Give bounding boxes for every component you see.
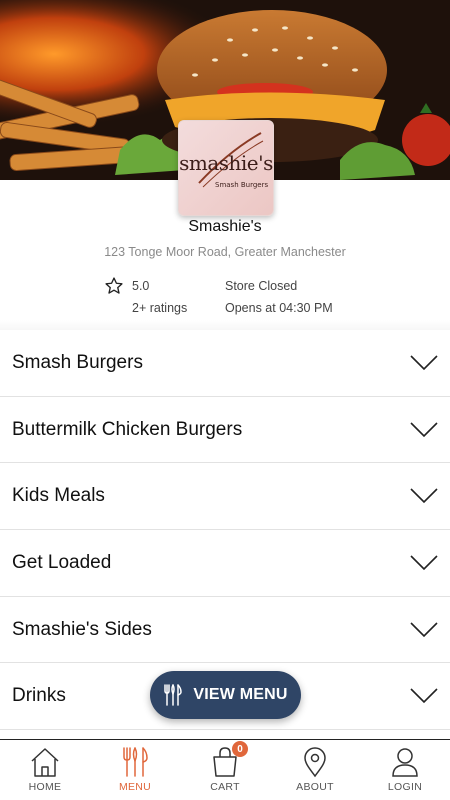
- nav-cart-label: CART: [210, 781, 240, 793]
- logo-text: smashie's: [179, 151, 273, 175]
- store-status: Store Closed: [225, 279, 298, 293]
- category-buttermilk-chicken-burgers[interactable]: Buttermilk Chicken Burgers: [0, 396, 450, 464]
- cutlery-icon: [123, 747, 148, 777]
- store-logo: smashie's Smash Burgers: [178, 120, 274, 216]
- rating-value: 5.0: [132, 279, 150, 293]
- category-smashies-sides[interactable]: Smashie's Sides: [0, 596, 450, 664]
- nav-login[interactable]: LOGIN: [360, 740, 450, 800]
- category-kids-meals[interactable]: Kids Meals: [0, 463, 450, 531]
- nav-about-label: ABOUT: [296, 781, 334, 793]
- nav-home[interactable]: HOME: [0, 740, 90, 800]
- nav-menu-label: MENU: [118, 781, 152, 793]
- category-smash-burgers[interactable]: Smash Burgers: [0, 330, 450, 397]
- category-label: Smashie's Sides: [12, 618, 152, 640]
- nav-cart[interactable]: 0 CART: [180, 740, 270, 800]
- chevron-down-icon: [410, 688, 438, 704]
- category-get-loaded[interactable]: Get Loaded: [0, 530, 450, 597]
- cutlery-icon: [164, 684, 183, 706]
- logo-subtext: Smash Burgers: [215, 181, 269, 189]
- star-icon: [105, 277, 123, 294]
- nav-about[interactable]: ABOUT: [270, 740, 360, 800]
- bottom-nav: HOME MENU 0 CART ABOUT LOGIN: [0, 739, 450, 800]
- category-label: Get Loaded: [12, 551, 112, 573]
- category-label: Drinks: [12, 685, 66, 707]
- view-menu-button[interactable]: VIEW MENU: [150, 671, 301, 719]
- category-label: Kids Meals: [12, 485, 105, 507]
- nav-menu[interactable]: MENU: [90, 740, 180, 800]
- chevron-down-icon: [410, 355, 438, 370]
- chevron-down-icon: [410, 488, 438, 504]
- chevron-down-icon: [410, 555, 438, 571]
- chevron-down-icon: [410, 421, 438, 437]
- rating-count: 2+ ratings: [132, 301, 188, 315]
- store-name: Smashie's: [188, 218, 262, 235]
- category-label: Smash Burgers: [12, 351, 143, 373]
- user-icon: [392, 748, 418, 777]
- nav-home-label: HOME: [28, 781, 62, 793]
- chevron-down-icon: [410, 622, 438, 637]
- store-hours: Opens at 04:30 PM: [225, 301, 333, 315]
- store-address: 123 Tonge Moor Road, Greater Manchester: [104, 245, 346, 259]
- cart-count-badge: 0: [232, 741, 248, 757]
- nav-login-label: LOGIN: [387, 781, 423, 793]
- location-pin-icon: [304, 747, 326, 778]
- home-icon: [31, 748, 59, 777]
- category-label: Buttermilk Chicken Burgers: [12, 418, 243, 440]
- view-menu-label: VIEW MENU: [193, 686, 288, 703]
